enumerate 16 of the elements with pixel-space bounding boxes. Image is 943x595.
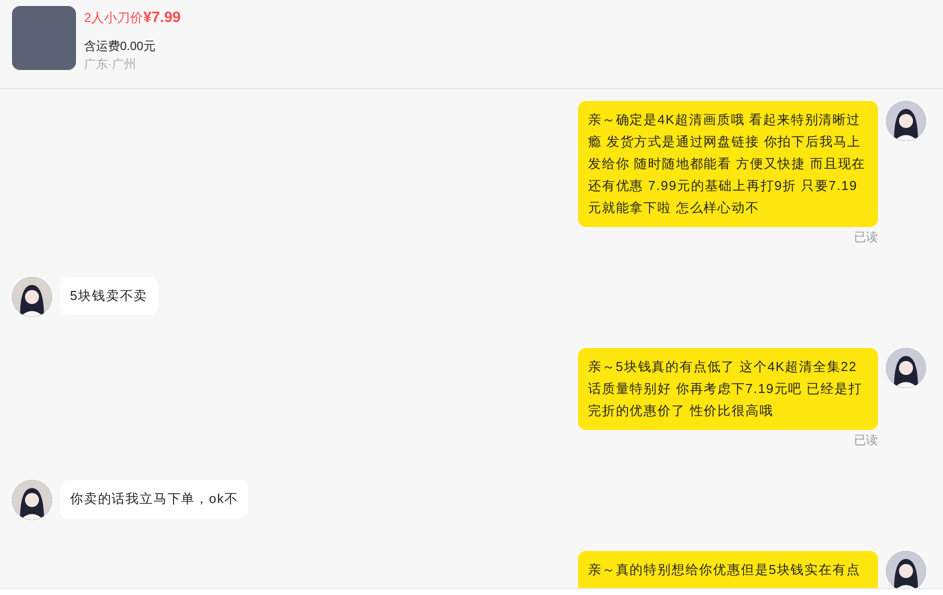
message-bubble: 亲～真的特别想给你优惠但是5块钱实在有点 (578, 551, 878, 588)
location: 广东·广州 (84, 56, 137, 73)
avatar (12, 480, 52, 520)
avatar (886, 101, 926, 141)
message-bubble: 5块钱卖不卖 (60, 277, 158, 315)
avatar (886, 551, 926, 588)
avatar (12, 277, 52, 317)
message-bubble: 亲～确定是4K超清画质哦 看起来特别清晰过瘾 发货方式是通过网盘链接 你拍下后我马上发给你 随时随地都能看 方便又快捷 而且现在还有优惠 7.99元的基础上再打9折 只要7.19元就能拿下啦 怎么样心动不 (578, 101, 878, 227)
product-price: 2人小刀价¥7.99 (84, 8, 181, 28)
read-status: 已读 (854, 229, 878, 246)
message-bubble: 亲～5块钱真的有点低了 这个4K超清全集22话质量特别好 你再考虑下7.19元吧 已经是打完折的优惠价了 性价比很高哦 (578, 348, 878, 430)
avatar (886, 348, 926, 388)
message-bubble: 你卖的话我立马下单，ok不 (60, 480, 248, 518)
read-status: 已读 (854, 432, 878, 449)
shipping-fee: 含运费0.00元 (84, 38, 156, 54)
product-photo-placeholder (12, 6, 76, 70)
